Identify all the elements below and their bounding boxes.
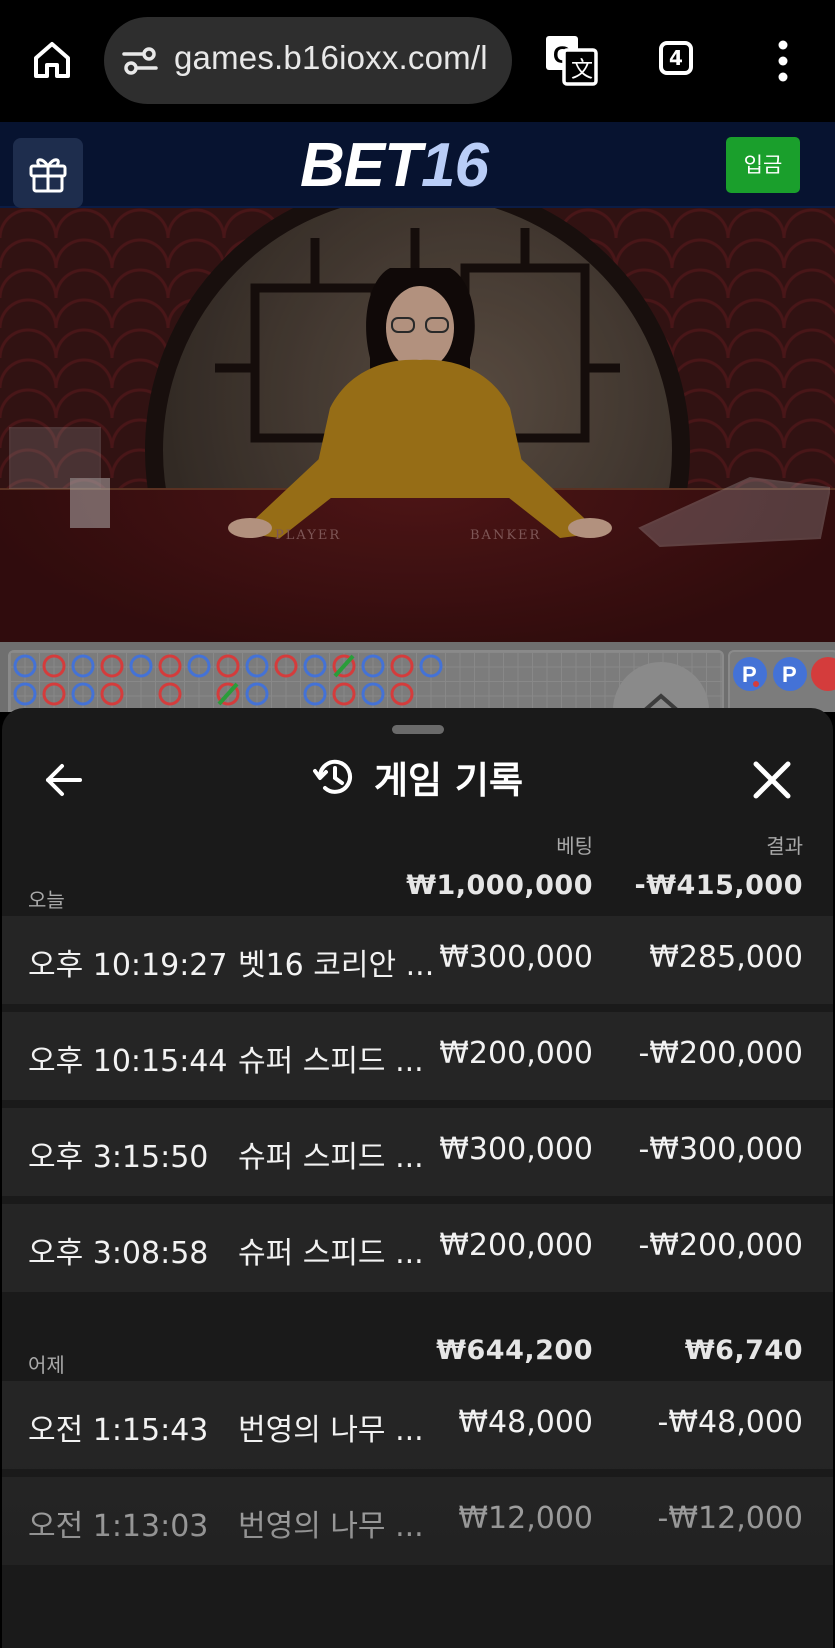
history-row[interactable]: 오전 1:15:43 번영의 나무 ... ₩48,000 -₩48,000 xyxy=(2,1381,833,1469)
row-game: 벳16 코리안 ... xyxy=(238,948,435,983)
group-header-yesterday: 어제 ₩644,200 ₩6,740 xyxy=(2,1325,833,1377)
row-bet: ₩48,000 xyxy=(458,1405,593,1440)
sheet-title: 게임 기록 xyxy=(373,759,524,802)
row-time: 오전 1:15:43 xyxy=(28,1413,209,1448)
row-game: 번영의 나무 ... xyxy=(238,1413,424,1448)
row-time: 오후 3:08:58 xyxy=(28,1236,209,1271)
row-game: 슈퍼 스피드 ... xyxy=(238,1140,424,1175)
row-bet: ₩200,000 xyxy=(439,1036,593,1071)
row-bet: ₩300,000 xyxy=(439,940,593,975)
address-bar[interactable]: games.b16ioxx.com/l xyxy=(104,17,512,104)
group-header-today: 오늘 ₩1,000,000 -₩415,000 xyxy=(2,860,833,912)
more-vert-icon[interactable] xyxy=(773,40,793,82)
group-label: 오늘 xyxy=(28,888,65,912)
deposit-button[interactable]: 입금 xyxy=(726,137,800,193)
row-game: 슈퍼 스피드 ... xyxy=(238,1236,424,1271)
row-time: 오후 3:15:50 xyxy=(28,1140,209,1175)
row-result: -₩200,000 xyxy=(638,1228,803,1263)
browser-toolbar: games.b16ioxx.com/l G文 4 xyxy=(0,0,835,122)
site-logo[interactable]: BET16 xyxy=(300,130,489,201)
home-icon[interactable] xyxy=(30,38,74,82)
row-game: 슈퍼 스피드 ... xyxy=(238,1044,424,1079)
history-row[interactable]: 오전 1:13:03 번영의 나무 ... ₩12,000 -₩12,000 xyxy=(2,1477,833,1565)
group-bet-total: ₩1,000,000 xyxy=(406,870,593,901)
group-result-total: ₩6,740 xyxy=(684,1335,803,1366)
url-text[interactable]: games.b16ioxx.com/l xyxy=(174,39,488,77)
expand-roadmap-button[interactable] xyxy=(613,662,709,712)
site-header: BET16 입금 xyxy=(0,122,835,208)
road-map[interactable]: P P xyxy=(0,642,835,712)
site-settings-icon[interactable] xyxy=(122,45,158,77)
history-icon xyxy=(312,759,352,794)
group-result-total: -₩415,000 xyxy=(634,870,803,901)
history-row[interactable]: 오후 10:15:44 슈퍼 스피드 ... ₩200,000 -₩200,00… xyxy=(2,1012,833,1100)
row-bet: ₩12,000 xyxy=(458,1501,593,1536)
column-header-result: 결과 xyxy=(766,834,803,858)
row-bet: ₩300,000 xyxy=(439,1132,593,1167)
row-result: ₩285,000 xyxy=(649,940,803,975)
tabs-icon[interactable]: 4 xyxy=(659,41,693,75)
history-row[interactable]: 오후 3:15:50 슈퍼 스피드 ... ₩300,000 -₩300,000 xyxy=(2,1108,833,1196)
group-label: 어제 xyxy=(28,1353,65,1377)
row-time: 오후 10:15:44 xyxy=(28,1044,228,1079)
row-bet: ₩200,000 xyxy=(439,1228,593,1263)
close-icon[interactable] xyxy=(752,760,792,800)
live-video[interactable]: PLAYER BANKER xyxy=(0,208,835,642)
sheet-title-wrap: 게임 기록 xyxy=(2,750,833,810)
road-badge-player-2: P xyxy=(782,662,797,687)
row-time: 오전 1:13:03 xyxy=(28,1509,209,1544)
svg-text:文: 文 xyxy=(571,58,593,83)
gift-icon[interactable] xyxy=(13,138,83,208)
translate-icon[interactable]: G文 xyxy=(544,33,598,87)
row-result: -₩300,000 xyxy=(638,1132,803,1167)
game-history-sheet: 게임 기록 베팅 결과 오늘 ₩1,000,000 -₩415,000 오후 1… xyxy=(2,708,833,1648)
row-result: -₩12,000 xyxy=(657,1501,803,1536)
row-result: -₩48,000 xyxy=(657,1405,803,1440)
row-time: 오후 10:19:27 xyxy=(28,948,228,983)
big-road-preview: P P xyxy=(728,650,835,712)
drag-handle[interactable] xyxy=(392,725,444,734)
column-header-bet: 베팅 xyxy=(556,834,593,858)
history-row[interactable]: 오후 10:19:27 벳16 코리안 ... ₩300,000 ₩285,00… xyxy=(2,916,833,1004)
history-row[interactable]: 오후 3:08:58 슈퍼 스피드 ... ₩200,000 -₩200,000 xyxy=(2,1204,833,1292)
group-bet-total: ₩644,200 xyxy=(436,1335,593,1366)
row-result: -₩200,000 xyxy=(638,1036,803,1071)
row-game: 번영의 나무 ... xyxy=(238,1509,424,1544)
